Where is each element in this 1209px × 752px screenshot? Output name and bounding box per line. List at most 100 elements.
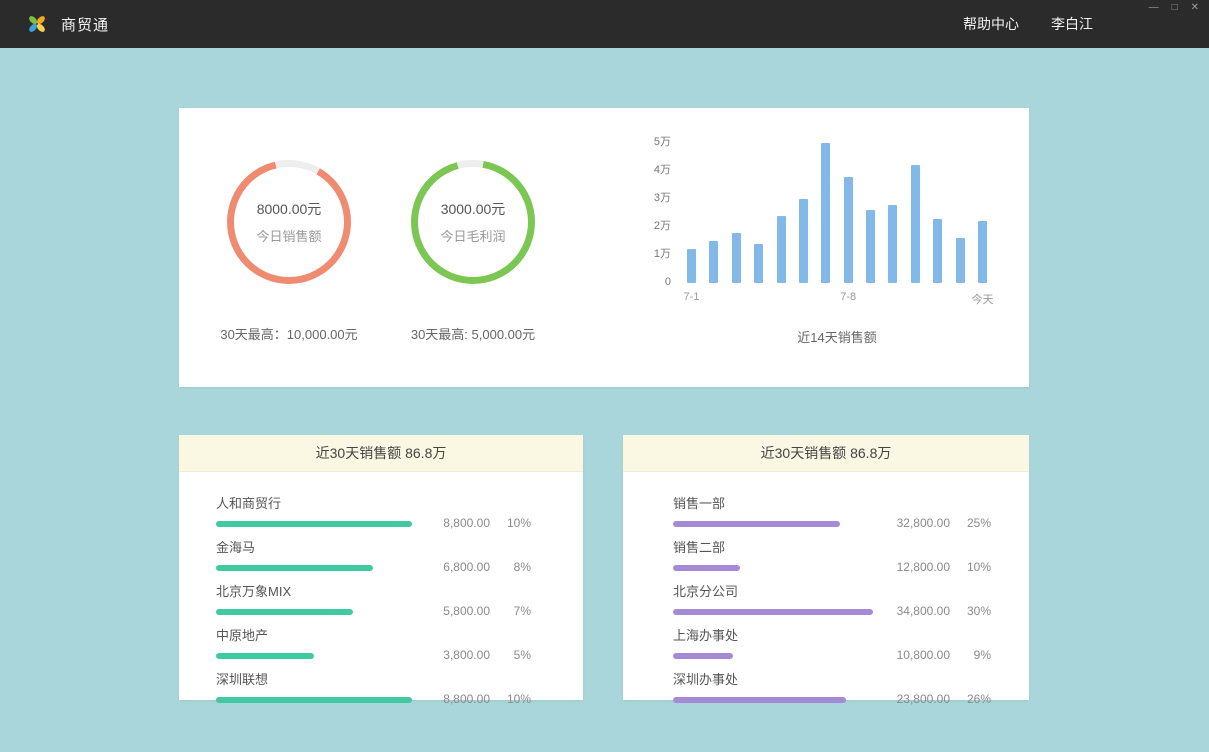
ranking-item-name: 金海马 <box>216 537 412 556</box>
ranking-item-name: 上海办事处 <box>673 625 878 644</box>
today-sales-value: 8000.00元 <box>257 199 322 219</box>
today-sales-footnote: 30天最高：10,000.00元 <box>196 324 382 343</box>
customer-ranking-list: 人和商贸行8,800.0010%金海马6,800.008%北京万象MIX5,80… <box>179 472 583 703</box>
ranking-item-bar <box>673 653 733 659</box>
department-ranking-list: 销售一部 32,800.00 25% 销售二部12,800.0010% 北京分公司 34,… <box>623 472 1029 703</box>
x-axis-label: 7-1 <box>684 291 700 303</box>
ranking-item-name: 北京分公司 <box>673 581 878 600</box>
ranking-item-value: 3,800.00 <box>443 648 490 662</box>
ranking-item-bar <box>216 697 412 703</box>
ranking-row: 中原地产 3,800.00 5% <box>216 625 531 659</box>
daily-sales-plot: 01万2万3万4万5万 <box>687 143 987 283</box>
ranking-item-percent: 10% <box>963 560 991 574</box>
daily-sales-bar <box>866 210 875 283</box>
titlebar: — □ ✕ 商贸通 帮助中心 李白江 <box>0 0 1209 48</box>
daily-sales-bar <box>777 216 786 283</box>
ranking-item-value: 23,800.00 <box>897 692 950 706</box>
today-profit-label: 今日毛利润 <box>440 226 505 245</box>
today-sales-ring-center: 8000.00元 今日销售额 <box>227 160 351 284</box>
ranking-row: 北京万象MIX 5,800.00 7% <box>216 581 531 615</box>
window-close-icon[interactable]: ✕ <box>1191 3 1199 13</box>
daily-sales-bar <box>956 238 965 283</box>
today-sales-label: 今日销售额 <box>256 226 321 245</box>
daily-sales-bar <box>911 165 920 283</box>
ranking-item-bar <box>673 697 846 703</box>
today-profit-donut: 3000.00元 今日毛利润 30天最高: 5,000.00元 <box>380 160 566 343</box>
x-axis-label: 今天 <box>972 291 994 307</box>
ranking-item-name: 深圳办事处 <box>673 669 878 688</box>
daily-sales-bar <box>732 233 741 283</box>
titlebar-right: 帮助中心 李白江 <box>963 14 1209 34</box>
window-maximize-icon[interactable]: □ <box>1172 3 1178 13</box>
ranking-item-percent: 30% <box>963 604 991 618</box>
y-axis-label: 2万 <box>654 221 671 232</box>
ranking-item-percent: 7% <box>503 604 531 618</box>
ranking-item-name: 北京万象MIX <box>216 581 412 600</box>
ranking-row: 销售一部 32,800.00 25% <box>673 493 991 527</box>
ranking-item-name: 中原地产 <box>216 625 412 644</box>
ranking-item-value: 32,800.00 <box>897 516 950 530</box>
y-axis-label: 0 <box>665 277 671 288</box>
user-menu[interactable]: 李白江 <box>1051 14 1093 34</box>
ranking-item-percent: 8% <box>503 560 531 574</box>
ranking-item-value: 10,800.00 <box>897 648 950 662</box>
ranking-row: 人和商贸行8,800.0010% <box>216 493 531 527</box>
daily-sales-chart: 01万2万3万4万5万 7-1 7-8 今天 近14天销售额 <box>641 143 1007 346</box>
daily-sales-bar <box>687 249 696 283</box>
ranking-item-name: 销售一部 <box>673 493 878 512</box>
y-axis: 01万2万3万4万5万 <box>641 143 677 283</box>
daily-sales-bar <box>821 143 830 283</box>
x-axis: 7-17-8今天 <box>687 291 987 305</box>
daily-sales-chart-caption: 近14天销售额 <box>687 327 987 346</box>
ranking-item-bar <box>216 521 412 527</box>
ranking-item-bar <box>673 565 740 571</box>
x-axis-label: 7-8 <box>840 291 856 303</box>
daily-sales-bar <box>754 244 763 283</box>
ranking-row: 销售二部12,800.0010% <box>673 537 991 571</box>
ranking-row: 上海办事处 10,800.00 9% <box>673 625 991 659</box>
ranking-item-bar <box>216 609 353 615</box>
today-sales-ring: 8000.00元 今日销售额 <box>227 160 351 284</box>
ranking-item-bar <box>673 521 840 527</box>
daily-sales-bar <box>799 199 808 283</box>
app-logo-icon <box>26 13 48 35</box>
overview-card: 8000.00元 今日销售额 30天最高：10,000.00元 3000.00元… <box>179 108 1029 387</box>
ranking-item-value: 8,800.00 <box>443 516 490 530</box>
window-minimize-icon[interactable]: — <box>1149 3 1159 13</box>
ranking-item-value: 5,800.00 <box>443 604 490 618</box>
ranking-item-percent: 5% <box>503 648 531 662</box>
ranking-item-value: 6,800.00 <box>443 560 490 574</box>
daily-sales-bar <box>888 205 897 283</box>
help-center-link[interactable]: 帮助中心 <box>963 14 1019 34</box>
ranking-item-percent: 26% <box>963 692 991 706</box>
ranking-item-percent: 25% <box>963 516 991 530</box>
department-ranking-title: 近30天销售额 86.8万 <box>623 435 1029 472</box>
today-profit-ring: 3000.00元 今日毛利润 <box>411 160 535 284</box>
today-profit-ring-center: 3000.00元 今日毛利润 <box>411 160 535 284</box>
ranking-item-bar <box>673 609 873 615</box>
daily-sales-bar <box>844 177 853 283</box>
y-axis-label: 5万 <box>654 137 671 148</box>
y-axis-label: 3万 <box>654 193 671 204</box>
y-axis-label: 1万 <box>654 249 671 260</box>
window-controls: — □ ✕ <box>1149 3 1199 13</box>
department-ranking-panel: 近30天销售额 86.8万 销售一部 32,800.00 25% 销售二部12,800… <box>623 435 1029 700</box>
ranking-row: 深圳联想 8,800.00 10% <box>216 669 531 703</box>
brand: 商贸通 <box>26 13 109 35</box>
ranking-item-value: 8,800.00 <box>443 692 490 706</box>
customer-ranking-panel: 近30天销售额 86.8万 人和商贸行8,800.0010%金海马6,800.0… <box>179 435 583 700</box>
ranking-item-value: 34,800.00 <box>897 604 950 618</box>
y-axis-label: 4万 <box>654 165 671 176</box>
ranking-row: 金海马 6,800.00 8% <box>216 537 531 571</box>
ranking-item-name: 深圳联想 <box>216 669 412 688</box>
daily-sales-bar <box>978 221 987 283</box>
app-title: 商贸通 <box>61 14 109 35</box>
ranking-row: 北京分公司 34,800.00 30% <box>673 581 991 615</box>
daily-sales-bar <box>933 219 942 283</box>
ranking-item-percent: 10% <box>503 516 531 530</box>
ranking-item-percent: 9% <box>963 648 991 662</box>
ranking-item-bar <box>216 653 314 659</box>
daily-sales-bar <box>709 241 718 283</box>
ranking-item-percent: 10% <box>503 692 531 706</box>
ranking-row: 深圳办事处 23,800.00 26% <box>673 669 991 703</box>
